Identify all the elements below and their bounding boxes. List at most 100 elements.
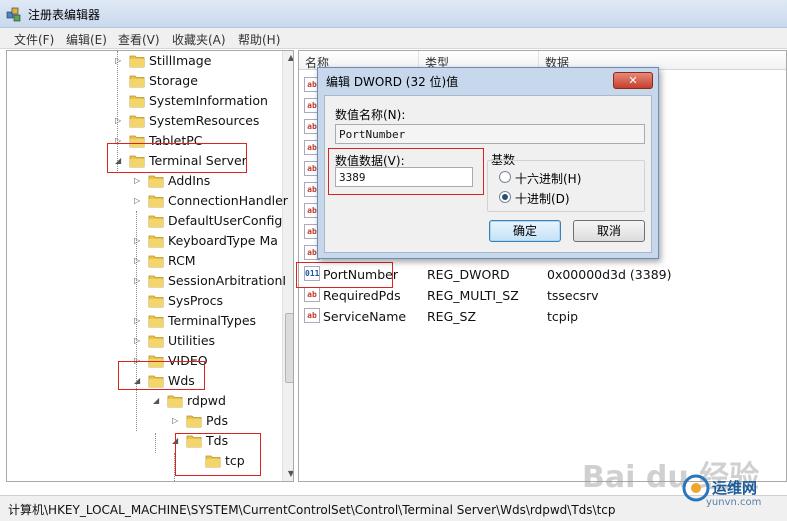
value-name: PortNumber bbox=[323, 267, 398, 282]
expand-arrow-icon[interactable]: ▷ bbox=[172, 416, 181, 425]
expand-arrow-icon[interactable]: ▷ bbox=[134, 316, 143, 325]
string-value-icon: ab bbox=[304, 287, 320, 302]
edit-dword-dialog: 编辑 DWORD (32 位)值 ✕ 数值名称(N): PortNumber 数… bbox=[317, 67, 659, 259]
folder-icon bbox=[148, 373, 164, 388]
collapse-arrow-icon[interactable]: ◢ bbox=[172, 436, 181, 445]
menu-edit[interactable]: 编辑(E) bbox=[66, 31, 107, 48]
tree-node-label: SystemInformation bbox=[149, 93, 268, 108]
menu-file[interactable]: 文件(F) bbox=[14, 31, 54, 48]
folder-icon bbox=[148, 273, 164, 288]
dec-radio[interactable] bbox=[499, 191, 511, 203]
value-row[interactable]: 011 PortNumber REG_DWORD 0x00000d3d (3389) bbox=[299, 264, 779, 284]
dec-radio-label[interactable]: 十进制(D) bbox=[515, 190, 570, 207]
dialog-body: 数值名称(N): PortNumber 数值数据(V): 3389 基数 十六进… bbox=[324, 95, 652, 253]
dialog-title: 编辑 DWORD (32 位)值 bbox=[326, 75, 459, 89]
tree-node-label: Storage bbox=[149, 73, 198, 88]
tree-node-label: SysProcs bbox=[168, 293, 224, 308]
scroll-thumb[interactable] bbox=[285, 313, 293, 383]
folder-icon bbox=[148, 173, 164, 188]
value-data: tcpip bbox=[547, 309, 579, 324]
tree-node-label: tcp bbox=[225, 453, 245, 468]
expand-arrow-icon[interactable]: ▷ bbox=[134, 256, 143, 265]
tree-node-label: TabletPC bbox=[149, 133, 203, 148]
value-data-input[interactable]: 3389 bbox=[335, 167, 473, 187]
collapse-arrow-icon[interactable]: ◢ bbox=[153, 396, 162, 405]
folder-icon bbox=[148, 213, 164, 228]
value-row[interactable]: ab ServiceName REG_SZ tcpip bbox=[299, 306, 779, 326]
tree-guide-line bbox=[117, 51, 118, 171]
folder-icon bbox=[129, 153, 145, 168]
cancel-button[interactable]: 取消 bbox=[573, 220, 645, 242]
expand-arrow-icon[interactable]: ▷ bbox=[134, 176, 143, 185]
folder-icon bbox=[129, 113, 145, 128]
folder-icon bbox=[148, 313, 164, 328]
expand-arrow-icon[interactable]: ▷ bbox=[115, 136, 124, 145]
folder-icon bbox=[186, 433, 202, 448]
tree-node-label: Pds bbox=[206, 413, 228, 428]
value-name-field: PortNumber bbox=[335, 124, 645, 144]
tree-node-label: StillImage bbox=[149, 53, 212, 68]
folder-icon bbox=[205, 453, 221, 468]
folder-icon bbox=[148, 233, 164, 248]
value-data: 0x00000d3d (3389) bbox=[547, 267, 672, 282]
tree-guide-line bbox=[155, 433, 156, 453]
menu-bar: 文件(F) 编辑(E) 查看(V) 收藏夹(A) 帮助(H) bbox=[0, 28, 787, 49]
scroll-up-icon[interactable]: ▲ bbox=[286, 53, 293, 62]
string-value-icon: ab bbox=[304, 308, 320, 323]
expand-arrow-icon[interactable]: ▷ bbox=[115, 116, 124, 125]
tree-scrollbar[interactable]: ▲ ▼ bbox=[282, 51, 293, 481]
expand-arrow-icon[interactable]: ▷ bbox=[134, 276, 143, 285]
hex-radio-label[interactable]: 十六进制(H) bbox=[515, 170, 581, 187]
status-bar: 计算机\HKEY_LOCAL_MACHINE\SYSTEM\CurrentCon… bbox=[0, 495, 787, 521]
tree-guide-line bbox=[174, 453, 175, 481]
expand-arrow-icon[interactable]: ▷ bbox=[134, 196, 143, 205]
value-row[interactable]: ab RequiredPds REG_MULTI_SZ tssecsrv bbox=[299, 285, 779, 305]
folder-icon bbox=[148, 193, 164, 208]
brand-name: 运维网 bbox=[712, 479, 758, 497]
tree-node-label: SessionArbitrationI bbox=[168, 273, 287, 288]
tree-node-label: DefaultUserConfig bbox=[168, 213, 283, 228]
hex-radio[interactable] bbox=[499, 171, 511, 183]
value-type: REG_MULTI_SZ bbox=[427, 288, 519, 303]
value-name-label: 数值名称(N): bbox=[335, 108, 406, 122]
folder-icon bbox=[148, 333, 164, 348]
dialog-close-button[interactable]: ✕ bbox=[613, 72, 653, 89]
folder-icon bbox=[186, 413, 202, 428]
folder-icon bbox=[129, 53, 145, 68]
tree-node-label: ConnectionHandler bbox=[168, 193, 288, 208]
folder-icon bbox=[129, 93, 145, 108]
ok-button[interactable]: 确定 bbox=[489, 220, 561, 242]
collapse-arrow-icon[interactable]: ◢ bbox=[115, 156, 124, 165]
folder-icon bbox=[129, 133, 145, 148]
tree-node-label: Tds bbox=[206, 433, 229, 448]
tree-node-label: KeyboardType Ma bbox=[168, 233, 278, 248]
status-path: 计算机\HKEY_LOCAL_MACHINE\SYSTEM\CurrentCon… bbox=[8, 503, 616, 517]
value-type: REG_DWORD bbox=[427, 267, 510, 282]
menu-view[interactable]: 查看(V) bbox=[118, 31, 160, 48]
tree-node-label: Utilities bbox=[168, 333, 216, 348]
tree-node-label: TerminalTypes bbox=[168, 313, 257, 328]
folder-icon bbox=[167, 393, 183, 408]
menu-favorites[interactable]: 收藏夹(A) bbox=[172, 31, 226, 48]
scroll-down-icon[interactable]: ▼ bbox=[286, 469, 293, 478]
binary-value-icon: 011 bbox=[304, 266, 320, 281]
expand-arrow-icon[interactable]: ▷ bbox=[134, 336, 143, 345]
registry-tree[interactable]: ▲ ▼ ▷ StillImage Storage SystemInformation ▷… bbox=[6, 50, 294, 482]
folder-icon bbox=[148, 293, 164, 308]
folder-icon bbox=[129, 73, 145, 88]
expand-arrow-icon[interactable]: ▷ bbox=[134, 356, 143, 365]
expand-arrow-icon[interactable]: ▷ bbox=[134, 236, 143, 245]
tree-node-label: Terminal Server bbox=[149, 153, 247, 168]
tree-node-label: VIDEO bbox=[168, 353, 208, 368]
value-type: REG_SZ bbox=[427, 309, 477, 324]
window-title: 注册表编辑器 bbox=[28, 8, 101, 22]
tree-node-label: rdpwd bbox=[187, 393, 226, 408]
expand-arrow-icon[interactable]: ▷ bbox=[115, 56, 124, 65]
brand-url: yunvn.com bbox=[706, 497, 762, 508]
folder-icon bbox=[148, 353, 164, 368]
menu-help[interactable]: 帮助(H) bbox=[238, 31, 280, 48]
value-name: RequiredPds bbox=[323, 288, 401, 303]
collapse-arrow-icon[interactable]: ◢ bbox=[134, 376, 143, 385]
tree-node-label: SystemResources bbox=[149, 113, 260, 128]
folder-icon bbox=[148, 253, 164, 268]
